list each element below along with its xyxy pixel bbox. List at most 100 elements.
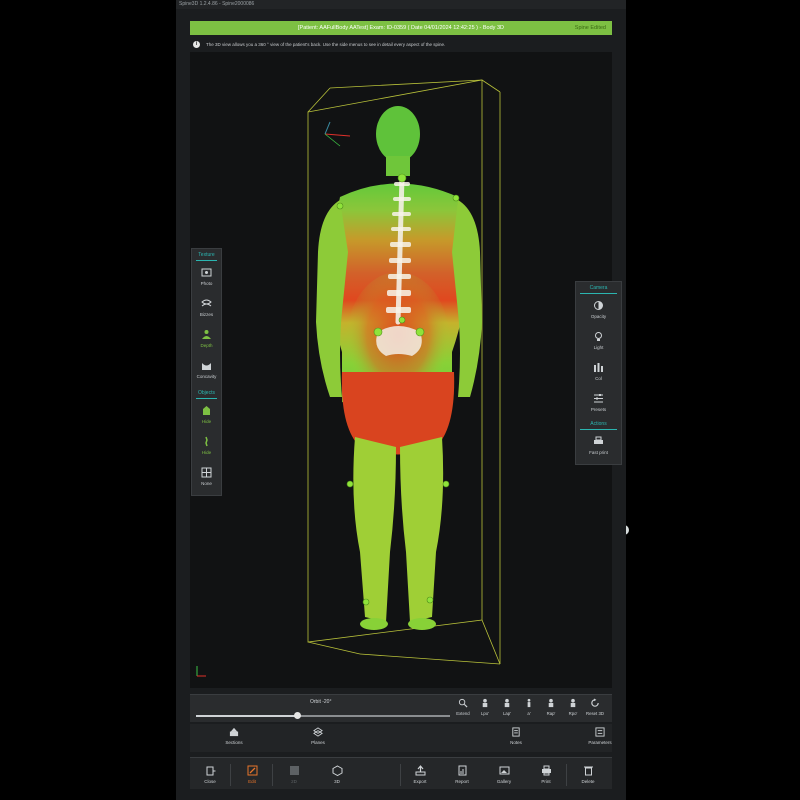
- figure-icon: [203, 406, 210, 415]
- objects-title: Objects: [196, 387, 217, 399]
- spine-icon: [205, 436, 208, 447]
- panel-button-color[interactable]: Col: [576, 356, 621, 387]
- texture-title: Texture: [196, 249, 217, 261]
- orbit-button-view-rap[interactable]: Rap': [540, 698, 562, 716]
- grid-icon: [201, 467, 212, 478]
- section-button-sections[interactable]: Sections: [216, 727, 252, 745]
- body-3d-model[interactable]: [190, 52, 612, 688]
- panel-button-depth[interactable]: Depth: [192, 323, 221, 354]
- toolbar-button-gallery[interactable]: Gallery: [487, 765, 521, 784]
- info-line: i The 3D view allows you a 360 ° view of …: [190, 39, 612, 50]
- main-toolbar: Close Edit 2D 3D Export Report Gallery Print Del…: [190, 757, 612, 789]
- orbit-button-label: a': [527, 711, 531, 716]
- toolbar-button-2d: 2D: [277, 765, 311, 784]
- panel-button-label: None: [201, 481, 212, 486]
- right-panel: Camera Opacity Light Col Presets Actions Fa…: [575, 281, 622, 465]
- orbit-slider[interactable]: [196, 712, 450, 719]
- view-lap-icon: [504, 698, 510, 708]
- presets-icon: [594, 394, 603, 403]
- orbit-label: Orbit -20°: [310, 699, 332, 705]
- concavity-icon: [202, 363, 211, 370]
- toolbar-button-label: Edit: [248, 779, 256, 784]
- window-title: Spine3D 1.2.4.86 - Spine2000086: [176, 0, 626, 9]
- orbit-button-reset[interactable]: Reset 3D: [584, 698, 606, 716]
- panel-button-photo[interactable]: Photo: [192, 261, 221, 292]
- orbit-button-label: Lpo': [481, 711, 489, 716]
- panel-button-label: Hide: [201, 450, 212, 455]
- background-decoration: [611, 215, 629, 661]
- depth-icon: [202, 330, 211, 339]
- export-icon: [415, 765, 425, 776]
- panel-button-presets[interactable]: Presets: [576, 387, 621, 418]
- panel-button-label: Fast print: [589, 450, 608, 455]
- orbit-slider-knob[interactable]: [294, 712, 302, 719]
- view-rpo-icon: [570, 698, 576, 708]
- report-icon: [458, 765, 466, 776]
- orbit-button-label: Lap': [503, 711, 511, 716]
- toolbar-button-label: 2D: [291, 779, 297, 784]
- photo-icon: [201, 268, 212, 277]
- planes-icon: [313, 727, 323, 737]
- toolbar-button-label: Delete: [581, 779, 595, 784]
- sections-icon: [229, 727, 239, 737]
- orbit-slider-fill: [196, 715, 298, 717]
- section-button-planes[interactable]: Planes: [300, 727, 336, 745]
- section-button-label: Sections: [225, 740, 243, 745]
- orbit-button-view-lap[interactable]: Lap': [496, 698, 518, 716]
- panel-button-opacity[interactable]: Opacity: [576, 294, 621, 325]
- orbit-button-zoom[interactable]: Extend: [452, 698, 474, 716]
- toolbar-button-close[interactable]: Close: [193, 765, 227, 784]
- view-lpo-icon: [482, 698, 488, 708]
- view-rap-icon: [548, 698, 554, 708]
- actions-title: Actions: [580, 418, 617, 430]
- panel-button-grid[interactable]: None: [192, 461, 221, 492]
- orbit-button-label: Rpo': [568, 711, 578, 716]
- light-icon: [595, 332, 602, 341]
- panel-button-label: Bizzes: [199, 312, 214, 317]
- toolbar-separator: [272, 764, 273, 786]
- toolbar-button-label: Close: [204, 779, 216, 784]
- 3d-viewport[interactable]: [190, 52, 612, 688]
- opacity-icon: [594, 301, 603, 310]
- pelvis-model: [376, 326, 422, 356]
- panel-button-label: Concavity: [196, 374, 217, 379]
- toolbar-button-report[interactable]: Report: [445, 765, 479, 784]
- section-button-notes[interactable]: Notes: [498, 727, 534, 745]
- orbit-button-view-lpo[interactable]: Lpo': [474, 698, 496, 716]
- toolbar-button-3d[interactable]: 3D: [320, 765, 354, 784]
- orbit-button-label: Rap': [546, 711, 556, 716]
- panel-button-printer[interactable]: Fast print: [576, 430, 621, 461]
- reset-icon: [591, 698, 599, 707]
- panel-button-figure[interactable]: Hide: [192, 399, 221, 430]
- panel-button-label: Hide: [201, 419, 212, 424]
- status-badge: Spine Edited: [574, 25, 606, 31]
- toolbar-button-label: Export: [413, 779, 427, 784]
- left-panel: Texture Photo Bizzes Depth Concavity Object…: [191, 248, 222, 496]
- camera-title: Camera: [580, 282, 617, 294]
- panel-button-concavity[interactable]: Concavity: [192, 354, 221, 385]
- panel-button-label: Photo: [200, 281, 213, 286]
- toolbar-button-export[interactable]: Export: [403, 765, 437, 784]
- section-button-label: Planes: [311, 740, 325, 745]
- orbit-button-view-a[interactable]: a': [518, 698, 540, 716]
- axis-gizmo: [324, 121, 351, 147]
- color-icon: [594, 363, 603, 372]
- print-icon: [541, 765, 551, 776]
- panel-button-bizzes[interactable]: Bizzes: [192, 292, 221, 323]
- info-text: The 3D view allows you a 360 ° view of t…: [206, 42, 446, 47]
- toolbar-separator: [566, 764, 567, 786]
- bizzes-icon: [201, 299, 212, 307]
- toolbar-button-edit[interactable]: Edit: [235, 765, 269, 784]
- section-button-parameters[interactable]: Parameters: [582, 727, 618, 745]
- orbit-button-label: Extend: [456, 711, 470, 716]
- panel-button-light[interactable]: Light: [576, 325, 621, 356]
- info-icon: i: [193, 41, 200, 49]
- edit-icon: [247, 765, 257, 776]
- delete-icon: [583, 766, 593, 776]
- panel-button-label: Col: [595, 376, 602, 381]
- corner-axis: [196, 666, 206, 677]
- toolbar-button-print[interactable]: Print: [529, 765, 563, 784]
- panel-button-spine[interactable]: Hide: [192, 430, 221, 461]
- orbit-button-view-rpo[interactable]: Rpo': [562, 698, 584, 716]
- toolbar-button-delete[interactable]: Delete: [571, 765, 605, 784]
